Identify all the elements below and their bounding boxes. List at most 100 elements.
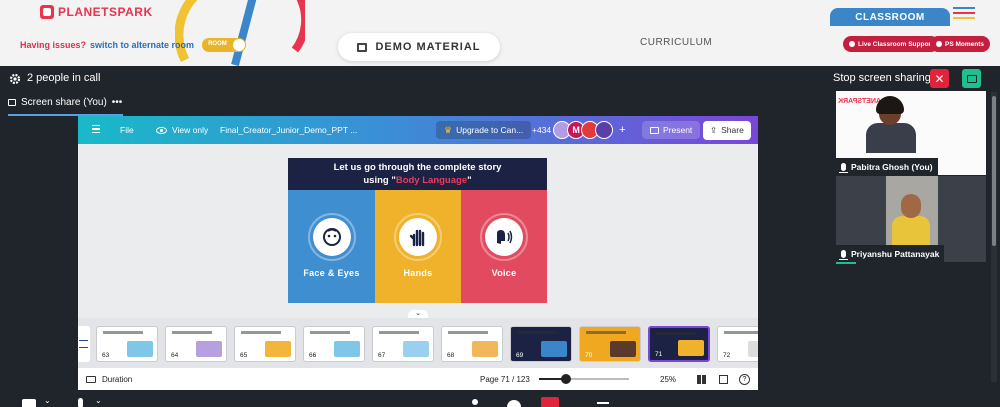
document-title[interactable]: Final_Creator_Junior_Demo_PPT ... bbox=[220, 116, 357, 144]
upgrade-label: Upgrade to Can... bbox=[456, 125, 524, 135]
participant-tile[interactable]: Priyanshu Pattanayak bbox=[836, 176, 986, 262]
collaborators[interactable]: +434 M + bbox=[532, 116, 626, 144]
slide-thumbnail[interactable]: 67 bbox=[372, 326, 434, 362]
issue-banner: Having issues? switch to alternate room … bbox=[20, 38, 247, 52]
hide-pages-button[interactable] bbox=[78, 326, 90, 362]
menu-icon[interactable] bbox=[953, 7, 975, 22]
chevron-down-icon[interactable]: ⌄ bbox=[44, 396, 51, 405]
curriculum-tab[interactable]: CURRICULUM bbox=[640, 37, 712, 48]
room-toggle[interactable]: ROOM bbox=[202, 38, 247, 52]
add-collaborator-icon[interactable]: + bbox=[619, 124, 625, 136]
upgrade-button[interactable]: ♛ Upgrade to Can... bbox=[436, 116, 532, 144]
participant-video bbox=[901, 194, 921, 218]
participant-tile[interactable]: PLANETSPARK Pabitra Ghosh (You) bbox=[836, 91, 986, 175]
thumbnail-number: 72 bbox=[723, 352, 731, 359]
slide-title-line2: using "Body Language" bbox=[363, 175, 472, 186]
canva-toolbar: File View only Final_Creator_Junior_Demo… bbox=[78, 116, 758, 144]
zoom-level: 25% bbox=[660, 374, 677, 384]
ps-moments-button[interactable]: PS Moments bbox=[930, 36, 991, 52]
slide-thumbnail[interactable]: 72 bbox=[717, 326, 758, 362]
grid-view-icon[interactable] bbox=[697, 368, 706, 390]
collaborator-count: +434 bbox=[532, 125, 552, 135]
room-toggle-label: ROOM bbox=[208, 41, 227, 47]
panel-voice: Voice bbox=[461, 190, 547, 303]
thumbnail-number: 63 bbox=[102, 352, 110, 359]
thumbnail-text bbox=[448, 331, 488, 334]
play-icon bbox=[86, 375, 96, 383]
thumbnail-number: 64 bbox=[171, 352, 179, 359]
slide-thumbnail[interactable]: 70 bbox=[579, 326, 641, 362]
toggle-knob bbox=[233, 39, 246, 51]
more-icon[interactable] bbox=[597, 402, 609, 404]
decorative-arcs bbox=[175, 0, 305, 66]
zoom-slider[interactable] bbox=[539, 374, 629, 384]
live-support-button[interactable]: Live Classroom Support bbox=[843, 36, 940, 52]
folder-icon bbox=[357, 42, 368, 52]
picture-in-picture-button[interactable] bbox=[962, 69, 981, 88]
slide-thumbnail[interactable]: 65 bbox=[234, 326, 296, 362]
gear-icon[interactable] bbox=[9, 73, 21, 85]
thumbnail-art bbox=[678, 340, 704, 356]
share-button[interactable]: ⇪ Share bbox=[703, 116, 751, 144]
hand-icon bbox=[394, 213, 442, 261]
alternate-room-link[interactable]: switch to alternate room bbox=[90, 40, 194, 50]
expand-thumbnails-chevron[interactable]: ⌄ bbox=[408, 310, 428, 318]
current-slide[interactable]: Let us go through the complete story usi… bbox=[288, 158, 547, 303]
participant-video bbox=[892, 216, 930, 245]
slide-thumbnail[interactable]: 64 bbox=[165, 326, 227, 362]
ps-moments-label: PS Moments bbox=[945, 40, 985, 48]
pages-icon bbox=[79, 340, 88, 348]
help-icon: ? bbox=[739, 373, 750, 385]
slide-thumbnail[interactable]: 63 bbox=[96, 326, 158, 362]
scrollbar-thumb[interactable] bbox=[992, 96, 996, 246]
zoom-slider-knob[interactable] bbox=[561, 374, 571, 384]
help-button[interactable]: ? bbox=[739, 368, 750, 390]
panel-face-eyes: Face & Eyes bbox=[288, 190, 375, 303]
planetspark-logo[interactable]: PLANETSPARK bbox=[40, 5, 153, 19]
view-only-button[interactable]: View only bbox=[156, 116, 208, 144]
fullscreen-icon[interactable] bbox=[719, 368, 728, 390]
support-icon bbox=[849, 41, 855, 47]
slide-thumbnail[interactable]: 68 bbox=[441, 326, 503, 362]
view-only-label: View only bbox=[172, 125, 209, 135]
microphone-icon[interactable] bbox=[78, 398, 83, 407]
screen-share-label: Screen share (You) bbox=[21, 97, 107, 108]
camera-icon[interactable] bbox=[22, 399, 36, 407]
chevron-down-icon[interactable]: ⌄ bbox=[95, 396, 102, 405]
demo-material-label: DEMO MATERIAL bbox=[375, 41, 481, 53]
screen-share-tab[interactable]: Screen share (You) ••• bbox=[8, 97, 122, 108]
demo-material-button[interactable]: DEMO MATERIAL bbox=[338, 33, 500, 61]
thumbnail-number: 67 bbox=[378, 352, 386, 359]
present-button[interactable]: Present bbox=[642, 116, 701, 144]
thumbnail-text bbox=[724, 331, 758, 334]
thumbnail-text bbox=[241, 331, 281, 334]
share-screen-icon[interactable] bbox=[541, 397, 559, 407]
call-controls: ⌄ ⌄ bbox=[0, 390, 1000, 407]
more-options-icon[interactable]: ••• bbox=[112, 97, 123, 108]
thumbnail-text bbox=[517, 331, 557, 334]
duration-button[interactable]: Duration bbox=[86, 368, 132, 390]
thumbnail-art bbox=[265, 341, 291, 357]
thumbnail-art bbox=[748, 341, 758, 357]
thumbnail-art bbox=[610, 341, 636, 357]
thumbnail-number: 65 bbox=[240, 352, 248, 359]
voice-icon bbox=[480, 213, 528, 261]
slide-thumbnail[interactable]: 69 bbox=[510, 326, 572, 362]
thumbnail-art bbox=[403, 341, 429, 357]
thumbnail-number: 71 bbox=[655, 351, 663, 358]
classroom-tab[interactable]: CLASSROOM bbox=[830, 8, 950, 26]
moments-icon bbox=[936, 41, 942, 47]
raise-hand-icon[interactable] bbox=[472, 399, 478, 405]
file-menu[interactable]: File bbox=[120, 116, 134, 144]
hamburger-menu-icon[interactable] bbox=[92, 116, 100, 144]
stop-sharing-button[interactable]: ✕ bbox=[930, 69, 949, 88]
thumbnail-text bbox=[172, 331, 212, 334]
live-support-label: Live Classroom Support bbox=[858, 40, 934, 48]
participant-name-bar: Priyanshu Pattanayak bbox=[836, 245, 945, 262]
call-area: 2 people in call Stop screen sharing ✕ S… bbox=[0, 66, 1000, 407]
collaborator-avatar[interactable] bbox=[595, 121, 614, 139]
slide-thumbnail[interactable]: 71 bbox=[648, 326, 710, 362]
reaction-icon[interactable] bbox=[507, 400, 521, 407]
slide-thumbnail[interactable]: 66 bbox=[303, 326, 365, 362]
face-icon bbox=[307, 213, 356, 261]
